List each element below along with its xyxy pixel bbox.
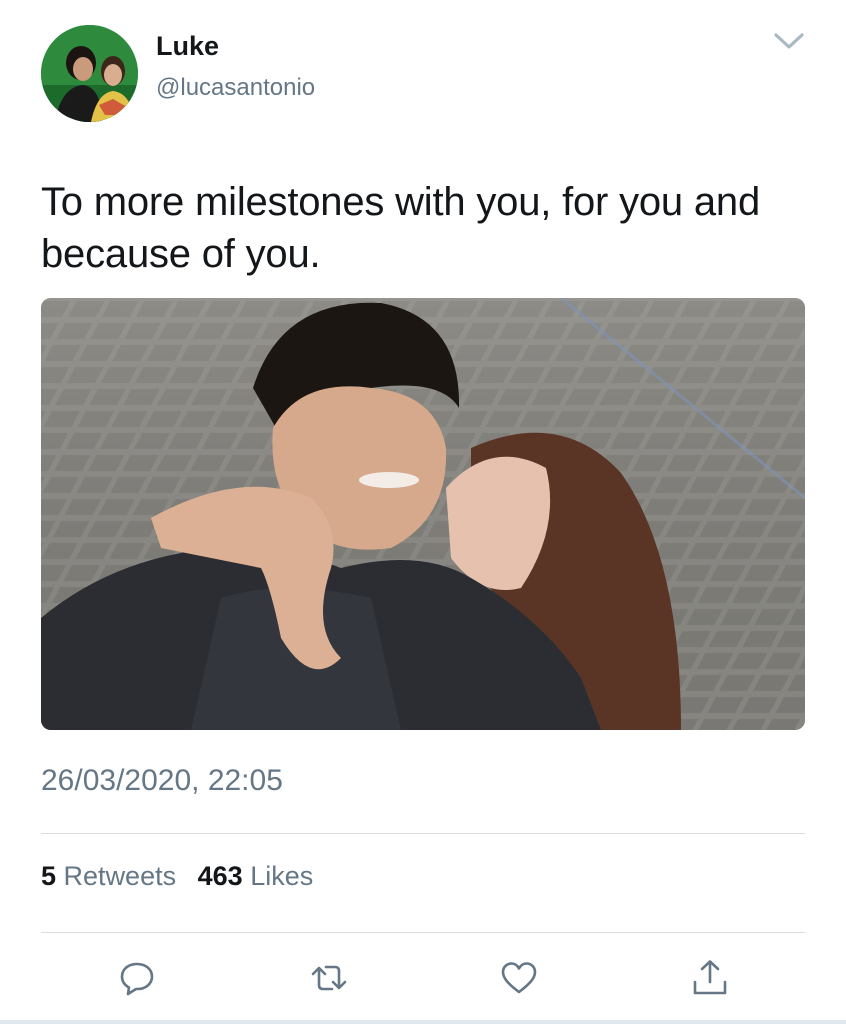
tweet-detail: Luke @lucasantonio To more milestones wi… xyxy=(0,0,846,1024)
retweets-count: 5 xyxy=(41,861,57,891)
divider xyxy=(41,932,805,933)
chevron-down-icon[interactable] xyxy=(772,30,806,52)
heart-icon xyxy=(501,962,537,994)
tweet-timestamp[interactable]: 26/03/2020, 22:05 xyxy=(41,763,283,799)
share-button[interactable] xyxy=(690,958,730,998)
bottom-edge xyxy=(0,1020,846,1024)
divider xyxy=(41,833,805,834)
display-name[interactable]: Luke xyxy=(156,30,219,62)
retweet-arrows-icon xyxy=(311,965,347,991)
retweets-stat[interactable]: 5 Retweets xyxy=(41,861,176,891)
speech-bubble-icon xyxy=(120,962,154,996)
retweets-label: Retweets xyxy=(63,861,177,891)
retweet-button[interactable] xyxy=(309,958,349,998)
like-button[interactable] xyxy=(499,958,539,998)
share-upload-icon xyxy=(693,960,727,995)
reply-button[interactable] xyxy=(117,958,157,998)
likes-count: 463 xyxy=(197,861,243,891)
avatar[interactable] xyxy=(41,25,138,122)
tweet-stats: 5 Retweets 463 Likes xyxy=(41,858,327,894)
tweet-photo[interactable] xyxy=(41,298,805,730)
tweet-text: To more milestones with you, for you and… xyxy=(41,180,761,276)
likes-label: Likes xyxy=(250,861,314,891)
likes-stat[interactable]: 463 Likes xyxy=(198,861,314,891)
user-handle[interactable]: @lucasantonio xyxy=(156,74,315,102)
